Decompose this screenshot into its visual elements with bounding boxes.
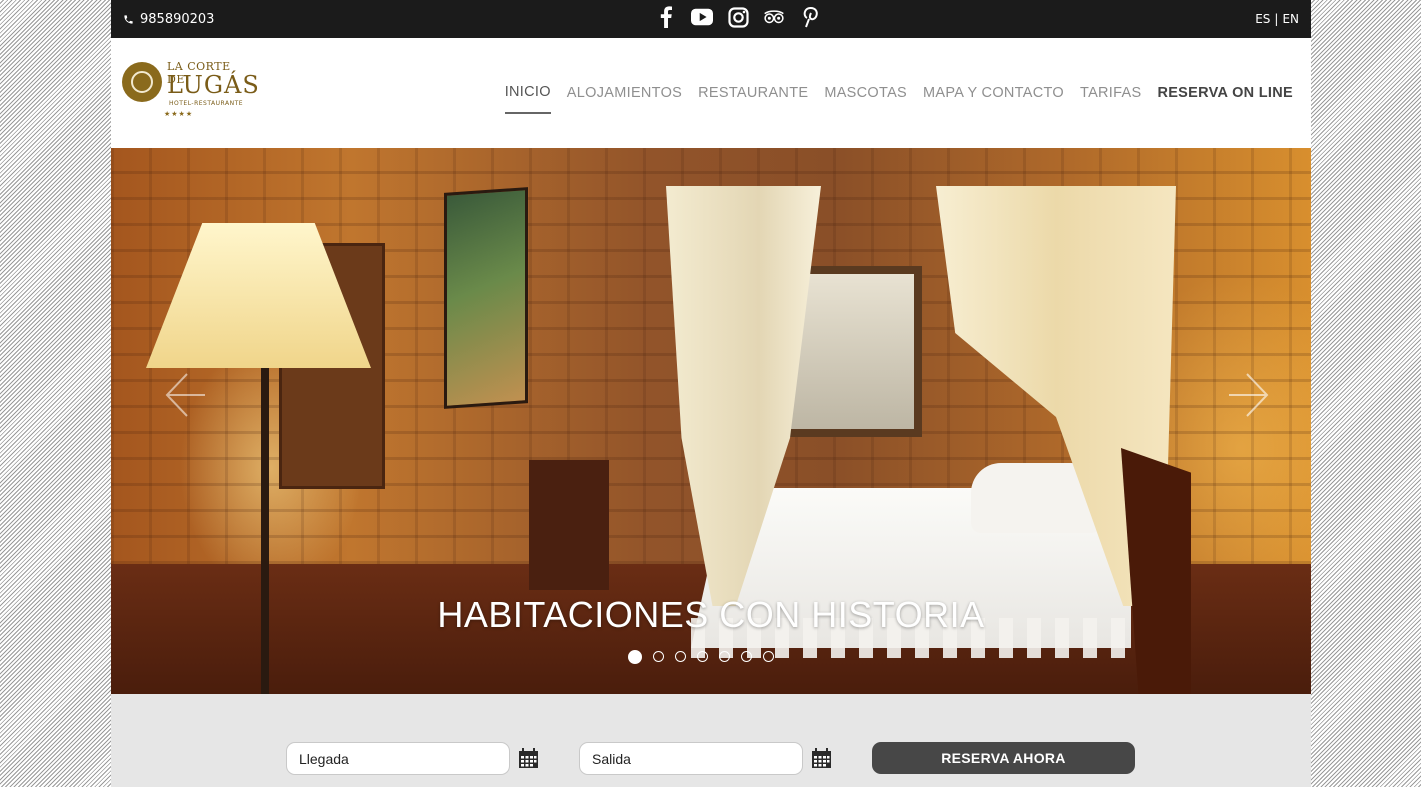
nav-item-restaurante[interactable]: RESTAURANTE <box>698 85 808 113</box>
slider-dot-7[interactable] <box>763 651 774 662</box>
top-bar: 985890203 ES | EN <box>111 0 1311 38</box>
nav-item-mascotas[interactable]: MASCOTAS <box>824 85 907 113</box>
arrival-date-input[interactable]: Llegada <box>286 742 510 775</box>
logo-line-3: HOTEL-RESTAURANTE <box>169 100 244 107</box>
slider-dot-2[interactable] <box>653 651 664 662</box>
departure-date-input[interactable]: Salida <box>579 742 803 775</box>
logo-stars: ★★★★ <box>164 110 194 118</box>
nav-item-mapa-contacto[interactable]: MAPA Y CONTACTO <box>923 85 1064 113</box>
lang-en-link[interactable]: EN <box>1282 12 1299 26</box>
header: LA CORTE DE LUGÁS HOTEL-RESTAURANTE ★★★★… <box>111 38 1311 148</box>
hero-image-painting <box>444 187 528 409</box>
hero-caption: HABITACIONES CON HISTORIA <box>437 594 985 635</box>
hero-image-tv-cabinet <box>529 460 609 590</box>
slider-dot-4[interactable] <box>697 651 708 662</box>
lang-es-link[interactable]: ES <box>1255 12 1270 26</box>
phone-number: 985890203 <box>140 11 215 27</box>
logo-emblem-icon <box>122 62 162 102</box>
nav-item-inicio[interactable]: INICIO <box>504 84 551 114</box>
book-now-button[interactable]: RESERVA AHORA <box>872 742 1135 774</box>
slider-dot-1[interactable] <box>628 650 642 664</box>
instagram-icon[interactable] <box>727 5 749 29</box>
phone-contact[interactable]: 985890203 <box>123 0 214 38</box>
pinterest-icon[interactable] <box>799 5 821 29</box>
arrival-calendar-icon[interactable] <box>518 748 539 769</box>
departure-calendar-icon[interactable] <box>811 748 832 769</box>
nav-item-tarifas[interactable]: TARIFAS <box>1080 85 1141 113</box>
slider-dot-3[interactable] <box>675 651 686 662</box>
phone-icon <box>124 14 133 24</box>
logo-line-2: LUGÁS <box>167 71 260 99</box>
slider-dot-5[interactable] <box>719 651 730 662</box>
hero-slider: HABITACIONES CON HISTORIA <box>111 148 1311 694</box>
nav-item-reserva-online[interactable]: RESERVA ON LINE <box>1157 85 1293 113</box>
youtube-icon[interactable] <box>691 5 713 29</box>
slider-dot-6[interactable] <box>741 651 752 662</box>
facebook-icon[interactable] <box>655 5 677 29</box>
slider-prev-arrow-icon[interactable] <box>161 370 205 420</box>
page: 985890203 ES | EN LA CORTE DE LUGÁS HOTE… <box>111 0 1311 787</box>
nav-item-alojamientos[interactable]: ALOJAMIENTOS <box>567 85 682 113</box>
slider-pagination <box>628 650 774 664</box>
hero-image-lamp-stand <box>261 368 269 694</box>
language-switcher: ES | EN <box>1255 0 1299 38</box>
booking-bar: Llegada Salida RESERVA AHORA <box>111 694 1311 787</box>
main-nav: INICIO ALOJAMIENTOS RESTAURANTE MASCOTAS… <box>504 84 1293 114</box>
tripadvisor-icon[interactable] <box>763 5 785 29</box>
hotel-logo[interactable]: LA CORTE DE LUGÁS HOTEL-RESTAURANTE ★★★★ <box>122 58 259 128</box>
social-links <box>655 5 821 29</box>
lang-separator: | <box>1274 12 1279 26</box>
slider-next-arrow-icon[interactable] <box>1229 370 1273 420</box>
